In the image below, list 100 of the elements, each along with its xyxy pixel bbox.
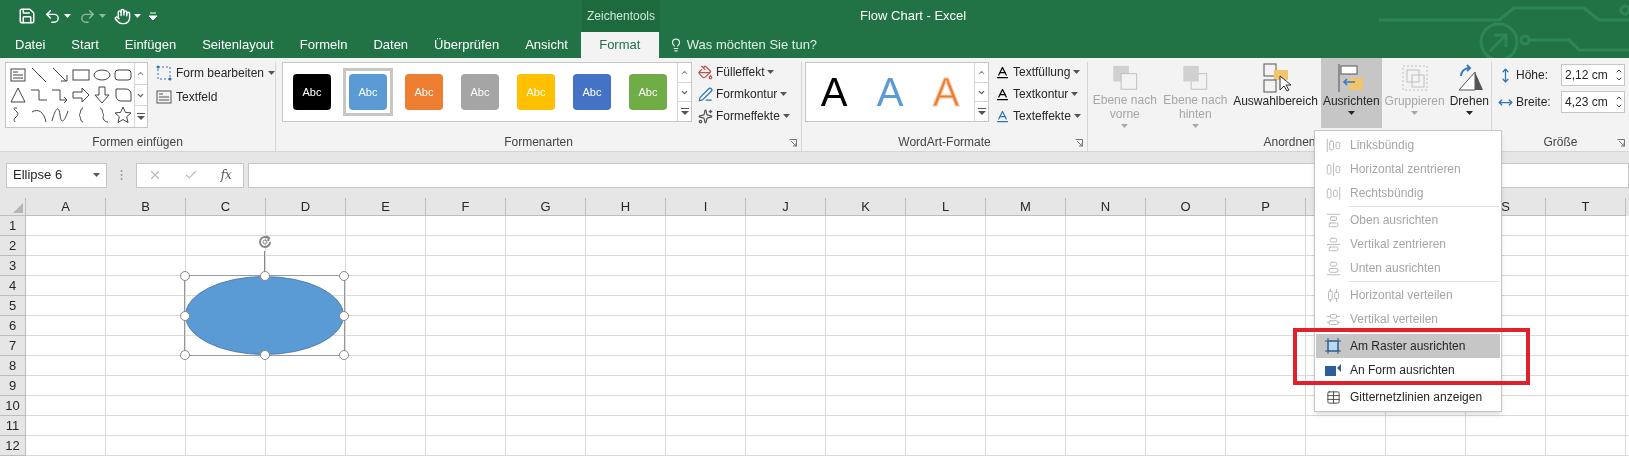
column-header[interactable]: L: [906, 198, 986, 216]
dialog-launcher-icon[interactable]: [789, 139, 797, 147]
ribbon-tab[interactable]: Format: [580, 32, 659, 58]
column-header[interactable]: H: [586, 198, 666, 216]
distribute-horizontal-icon: [1325, 287, 1341, 303]
star-icon[interactable]: [113, 106, 132, 124]
ribbon-command[interactable]: Form bearbeiten: [155, 64, 275, 82]
right-arrow-icon[interactable]: [71, 86, 90, 104]
row-header[interactable]: 6: [0, 316, 26, 336]
flowchart-shape-icon[interactable]: [113, 86, 132, 104]
wordart-sample[interactable]: A: [820, 72, 848, 112]
ribbon-command[interactable]: Textfeld: [155, 88, 275, 106]
style-swatch[interactable]: Abc: [573, 74, 611, 110]
resize-handle[interactable]: [339, 271, 349, 281]
row-header[interactable]: 12: [0, 436, 26, 456]
menu-item[interactable]: An Form ausrichten: [1316, 358, 1500, 382]
caret-icon: [268, 71, 275, 75]
column-header[interactable]: A: [26, 198, 106, 216]
insert-function-button[interactable]: fx: [220, 166, 232, 184]
column-header[interactable]: O: [1146, 198, 1226, 216]
row-header[interactable]: 11: [0, 416, 26, 436]
row-header[interactable]: 2: [0, 236, 26, 256]
rounded-rectangle-icon[interactable]: [113, 66, 132, 84]
name-box[interactable]: Ellipse 6: [6, 162, 107, 188]
spin-down-icon[interactable]: [1615, 75, 1623, 83]
column-header[interactable]: C: [186, 198, 266, 216]
ellipse-shape[interactable]: [185, 276, 344, 355]
arrange-button[interactable]: Auswahlbereich: [1231, 58, 1320, 128]
curve-icon[interactable]: [50, 106, 69, 124]
customize-toolbar-icon[interactable]: [149, 12, 157, 20]
column-header[interactable]: P: [1226, 198, 1306, 216]
style-swatch[interactable]: Abc: [293, 74, 331, 110]
ribbon-command[interactable]: Textfüllung: [995, 63, 1081, 81]
oval-icon[interactable]: [92, 66, 111, 84]
triangle-icon[interactable]: [9, 86, 27, 104]
column-header[interactable]: E: [346, 198, 426, 216]
rotation-handle-icon[interactable]: [256, 233, 274, 251]
column-header[interactable]: N: [1066, 198, 1146, 216]
down-arrow-icon[interactable]: [92, 86, 111, 104]
dialog-launcher-icon[interactable]: [1075, 139, 1083, 147]
column-header[interactable]: I: [666, 198, 746, 216]
tell-me-field[interactable]: Was möchten Sie tun?: [668, 32, 818, 58]
column-header[interactable]: D: [266, 198, 346, 216]
ribbon-tab[interactable]: Datei: [2, 32, 59, 58]
row-header[interactable]: 10: [0, 396, 26, 416]
ribbon-command[interactable]: Fülleffekt: [698, 63, 790, 81]
row-header[interactable]: 7: [0, 336, 26, 356]
dialog-launcher-icon[interactable]: [1617, 139, 1625, 147]
ribbon-command[interactable]: Formeffekte: [698, 107, 790, 125]
resize-handle[interactable]: [180, 310, 190, 321]
resize-handle[interactable]: [339, 310, 349, 321]
row-header[interactable]: 1: [0, 216, 26, 236]
arrow-icon[interactable]: [50, 66, 69, 84]
resize-handle[interactable]: [180, 271, 190, 281]
ribbon-tab[interactable]: Überprüfen: [421, 32, 513, 58]
arrange-button[interactable]: Ausrichten: [1320, 58, 1382, 128]
arrange-button[interactable]: Drehen: [1447, 58, 1491, 128]
spin-up-icon[interactable]: [1615, 94, 1623, 102]
row-header[interactable]: 4: [0, 276, 26, 296]
caret-icon: [134, 14, 141, 18]
caret-icon: [1465, 111, 1473, 115]
ribbon-command[interactable]: Textkontur: [995, 85, 1081, 103]
undo-icon[interactable]: [44, 7, 61, 25]
window-title: Flow Chart - Excel: [860, 7, 967, 26]
text-outline-icon: [995, 86, 1010, 102]
touch-mode-icon[interactable]: [114, 7, 131, 25]
resize-handle[interactable]: [339, 350, 349, 360]
row-header[interactable]: 9: [0, 376, 26, 396]
ribbon-tab[interactable]: Ansicht: [512, 32, 581, 58]
row-header[interactable]: 8: [0, 356, 26, 376]
column-header[interactable]: B: [106, 198, 186, 216]
row-header[interactable]: 5: [0, 296, 26, 316]
column-header[interactable]: J: [746, 198, 826, 216]
row-header[interactable]: 3: [0, 256, 26, 276]
column-header[interactable]: M: [986, 198, 1066, 216]
resize-handle[interactable]: [259, 271, 270, 281]
spin-down-icon[interactable]: [1615, 102, 1623, 110]
ribbon-tab[interactable]: Start: [58, 32, 112, 58]
size-field[interactable]: 4,23 cm: [1561, 91, 1625, 113]
column-header[interactable]: F: [426, 198, 506, 216]
column-header[interactable]: T: [1546, 198, 1626, 216]
redo-icon[interactable]: [79, 7, 96, 25]
ribbon-tab[interactable]: Seitenlayout: [189, 32, 287, 58]
resize-handle[interactable]: [180, 350, 190, 360]
menu-item[interactable]: Gitternetzlinien anzeigen: [1316, 385, 1500, 409]
ribbon-tab[interactable]: Einfügen: [111, 32, 190, 58]
spin-up-icon[interactable]: [1615, 67, 1623, 75]
ribbon-command[interactable]: Formkontur: [698, 85, 790, 103]
menu-item[interactable]: Am Raster ausrichten: [1316, 334, 1500, 358]
column-header[interactable]: G: [506, 198, 586, 216]
size-field[interactable]: 2,12 cm: [1561, 64, 1625, 86]
connector-arrow-icon[interactable]: [50, 86, 69, 104]
column-header[interactable]: K: [826, 198, 906, 216]
line-icon[interactable]: [29, 66, 48, 84]
paint-bucket-icon: [698, 64, 713, 80]
save-icon[interactable]: [18, 7, 36, 25]
ribbon-tab[interactable]: Daten: [360, 32, 422, 58]
ribbon-tab[interactable]: Formeln: [286, 32, 361, 58]
ribbon-command[interactable]: Texteffekte: [995, 107, 1081, 125]
resize-handle[interactable]: [259, 350, 270, 360]
